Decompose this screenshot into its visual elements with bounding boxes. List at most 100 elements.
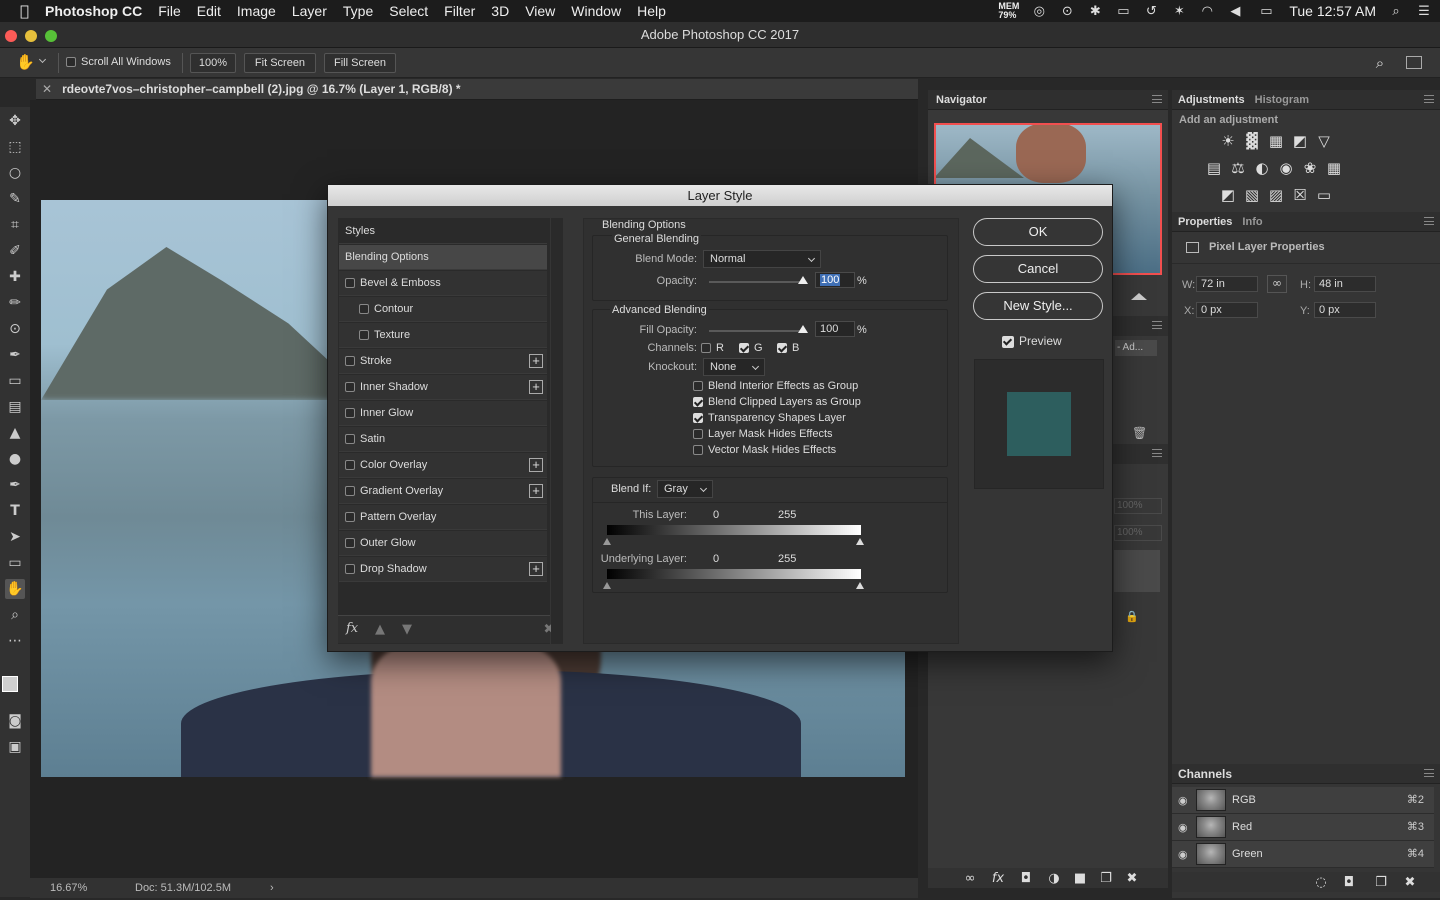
lasso-tool-icon[interactable]: ○ xyxy=(5,163,25,183)
layer-fill-field[interactable]: 100% xyxy=(1114,525,1162,541)
time-machine-icon[interactable]: ↺ xyxy=(1143,4,1159,19)
channel-r-checkbox[interactable]: R xyxy=(701,342,724,354)
delete-channel-icon[interactable]: ✖ xyxy=(1402,875,1418,890)
screen-mode-icon[interactable]: ▣ xyxy=(5,737,25,757)
new-channel-icon[interactable]: ❐ xyxy=(1373,875,1389,890)
add-mask-icon[interactable]: ◘ xyxy=(1018,871,1034,886)
eraser-tool-icon[interactable]: ▭ xyxy=(5,371,25,391)
curves-icon[interactable]: ▦ xyxy=(1268,132,1284,150)
move-effect-up-icon[interactable]: ▲ xyxy=(372,622,388,637)
adv-option-2-checkbox[interactable]: Transparency Shapes Layer xyxy=(693,412,846,424)
fill-opacity-slider-thumb[interactable] xyxy=(798,325,808,333)
delete-icon[interactable]: 🗑 xyxy=(1132,426,1147,440)
foreground-color-swatch[interactable] xyxy=(2,676,18,692)
selective-color-icon[interactable]: ☒ xyxy=(1292,186,1308,204)
scroll-all-windows-checkbox[interactable]: Scroll All Windows xyxy=(66,56,171,68)
zoom-readout[interactable]: 16.67% xyxy=(50,878,87,898)
ok-button[interactable]: OK xyxy=(973,218,1103,246)
panel-menu-icon[interactable] xyxy=(1424,769,1434,777)
style-checkbox[interactable] xyxy=(345,408,355,419)
photo-filter-icon[interactable]: ◉ xyxy=(1278,159,1294,177)
zoom-tool-icon[interactable]: ⌕ xyxy=(5,605,25,625)
style-checkbox[interactable] xyxy=(345,460,355,471)
style-row-inner-shadow[interactable]: Inner Shadow + xyxy=(339,375,547,400)
panel-menu-icon[interactable] xyxy=(1424,95,1434,103)
wifi-icon[interactable]: ◠ xyxy=(1199,4,1215,19)
layers-adjustment-chip[interactable]: - Ad... xyxy=(1115,340,1157,356)
exposure-icon[interactable]: ◩ xyxy=(1292,132,1308,150)
clone-stamp-tool-icon[interactable]: ⊙ xyxy=(5,319,25,339)
airplay-icon[interactable]: ▭ xyxy=(1115,4,1131,19)
style-checkbox[interactable] xyxy=(345,434,355,445)
menu-layer[interactable]: Layer xyxy=(284,0,335,22)
style-checkbox[interactable] xyxy=(359,330,369,341)
airdrop-icon[interactable]: ⊙ xyxy=(1059,4,1075,19)
hand-tool-icon[interactable]: ✋ xyxy=(5,579,25,599)
blur-tool-icon[interactable]: ▲ xyxy=(5,423,25,443)
close-tab-icon[interactable]: ✕ xyxy=(42,82,52,96)
healing-brush-tool-icon[interactable]: ✚ xyxy=(5,267,25,287)
spotlight-icon[interactable]: ⌕ xyxy=(1388,4,1404,19)
panel-menu-icon[interactable] xyxy=(1152,321,1162,329)
channels-title[interactable]: Channels xyxy=(1178,767,1232,781)
styles-scrollbar[interactable] xyxy=(551,218,563,644)
channel-b-checkbox[interactable]: B xyxy=(777,342,799,354)
style-checkbox[interactable] xyxy=(345,356,355,367)
workspace-icon[interactable] xyxy=(1406,56,1422,69)
type-tool-icon[interactable]: T xyxy=(5,501,25,521)
search-icon[interactable]: ⌕ xyxy=(1372,54,1388,72)
style-row-pattern-overlay[interactable]: Pattern Overlay xyxy=(339,505,547,530)
crop-tool-icon[interactable]: ⌗ xyxy=(5,215,25,235)
dodge-tool-icon[interactable]: ● xyxy=(5,449,25,469)
add-style-instance-icon[interactable]: + xyxy=(529,380,543,394)
width-field[interactable]: 72 in xyxy=(1196,276,1258,292)
this-layer-black-thumb[interactable] xyxy=(603,538,611,545)
menu-edit[interactable]: Edit xyxy=(189,0,229,22)
channel-g-checkbox[interactable]: G xyxy=(739,342,763,354)
quick-select-tool-icon[interactable]: ✎ xyxy=(5,189,25,209)
preview-checkbox[interactable]: Preview xyxy=(1002,334,1062,348)
visibility-eye-icon[interactable]: ◉ xyxy=(1178,814,1188,841)
black-white-icon[interactable]: ◐ xyxy=(1254,159,1270,177)
minimize-window-button[interactable] xyxy=(25,30,37,42)
marquee-tool-icon[interactable]: ⬚ xyxy=(5,137,25,157)
style-checkbox[interactable] xyxy=(345,564,355,575)
style-checkbox[interactable] xyxy=(345,486,355,497)
color-lookup-icon[interactable]: ▦ xyxy=(1326,159,1342,177)
style-checkbox[interactable] xyxy=(345,382,355,393)
style-row-drop-shadow[interactable]: Drop Shadow + xyxy=(339,557,547,582)
underlying-black-thumb[interactable] xyxy=(603,582,611,589)
new-layer-icon[interactable]: ❐ xyxy=(1098,871,1114,886)
channel-row-red[interactable]: ◉ Red ⌘3 xyxy=(1172,814,1434,841)
opacity-field[interactable]: 100 xyxy=(815,272,855,288)
more-tools-icon[interactable]: ⋯ xyxy=(5,631,25,651)
link-layers-icon[interactable]: ∞ xyxy=(962,871,978,886)
levels-icon[interactable]: ▓ xyxy=(1244,132,1260,150)
panel-menu-icon[interactable] xyxy=(1152,449,1162,457)
history-brush-tool-icon[interactable]: ✒ xyxy=(5,345,25,365)
tab-adjustments[interactable]: Adjustments xyxy=(1178,94,1245,106)
zoom-100-button[interactable]: 100% xyxy=(190,53,236,73)
menu-filter[interactable]: Filter xyxy=(436,0,483,22)
knockout-select[interactable]: None xyxy=(703,358,765,376)
clock[interactable]: Tue 12:57 AM xyxy=(1289,3,1376,19)
delete-layer-icon[interactable]: ✖ xyxy=(1124,871,1140,886)
load-selection-icon[interactable]: ◌ xyxy=(1313,875,1329,890)
rectangle-tool-icon[interactable]: ▭ xyxy=(5,553,25,573)
link-dimensions-icon[interactable]: ∞ xyxy=(1267,275,1287,293)
gradient-tool-icon[interactable]: ▤ xyxy=(5,397,25,417)
tab-histogram[interactable]: Histogram xyxy=(1255,94,1309,106)
eyedropper-tool-icon[interactable]: ✐ xyxy=(5,241,25,261)
add-style-instance-icon[interactable]: + xyxy=(529,484,543,498)
save-selection-icon[interactable]: ◘ xyxy=(1341,875,1357,890)
menu-file[interactable]: File xyxy=(150,0,189,22)
panel-menu-icon[interactable] xyxy=(1424,217,1434,225)
layer-row[interactable] xyxy=(1114,550,1160,592)
notification-center-icon[interactable]: ☰ xyxy=(1416,4,1432,19)
menu-help[interactable]: Help xyxy=(629,0,674,22)
close-window-button[interactable] xyxy=(5,30,17,42)
visibility-eye-icon[interactable]: ◉ xyxy=(1178,841,1188,868)
battery-icon[interactable]: ▭ xyxy=(1255,4,1277,19)
add-style-instance-icon[interactable]: + xyxy=(529,354,543,368)
brightness-icon[interactable]: ☀ xyxy=(1220,132,1236,150)
